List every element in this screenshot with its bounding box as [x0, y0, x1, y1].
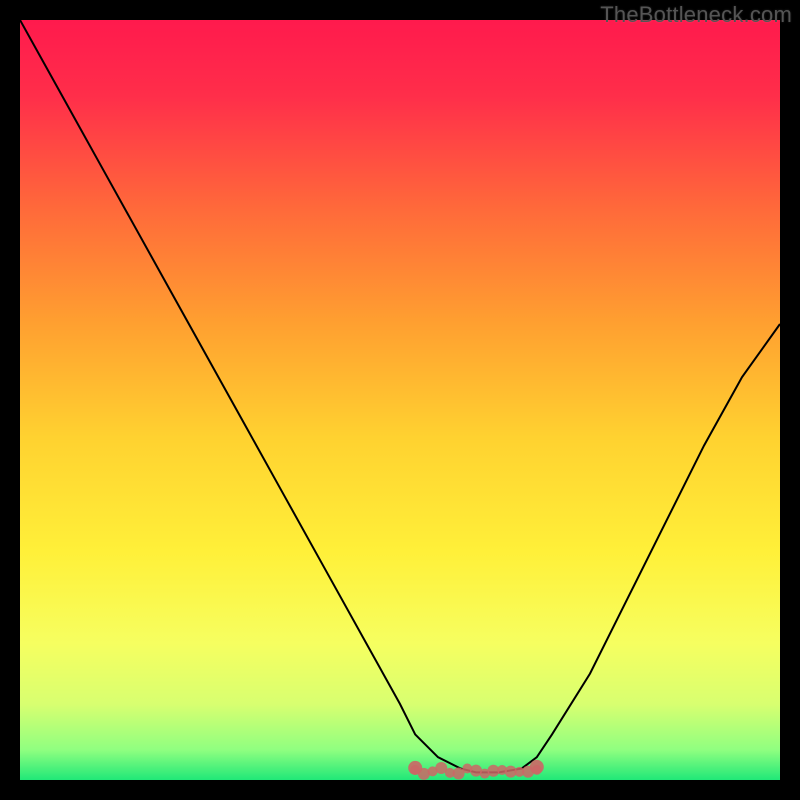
- plot-area: [20, 20, 780, 780]
- chart-frame: TheBottleneck.com: [0, 0, 800, 800]
- gradient-background: [20, 20, 780, 780]
- chart-svg: [20, 20, 780, 780]
- watermark-text: TheBottleneck.com: [600, 2, 792, 28]
